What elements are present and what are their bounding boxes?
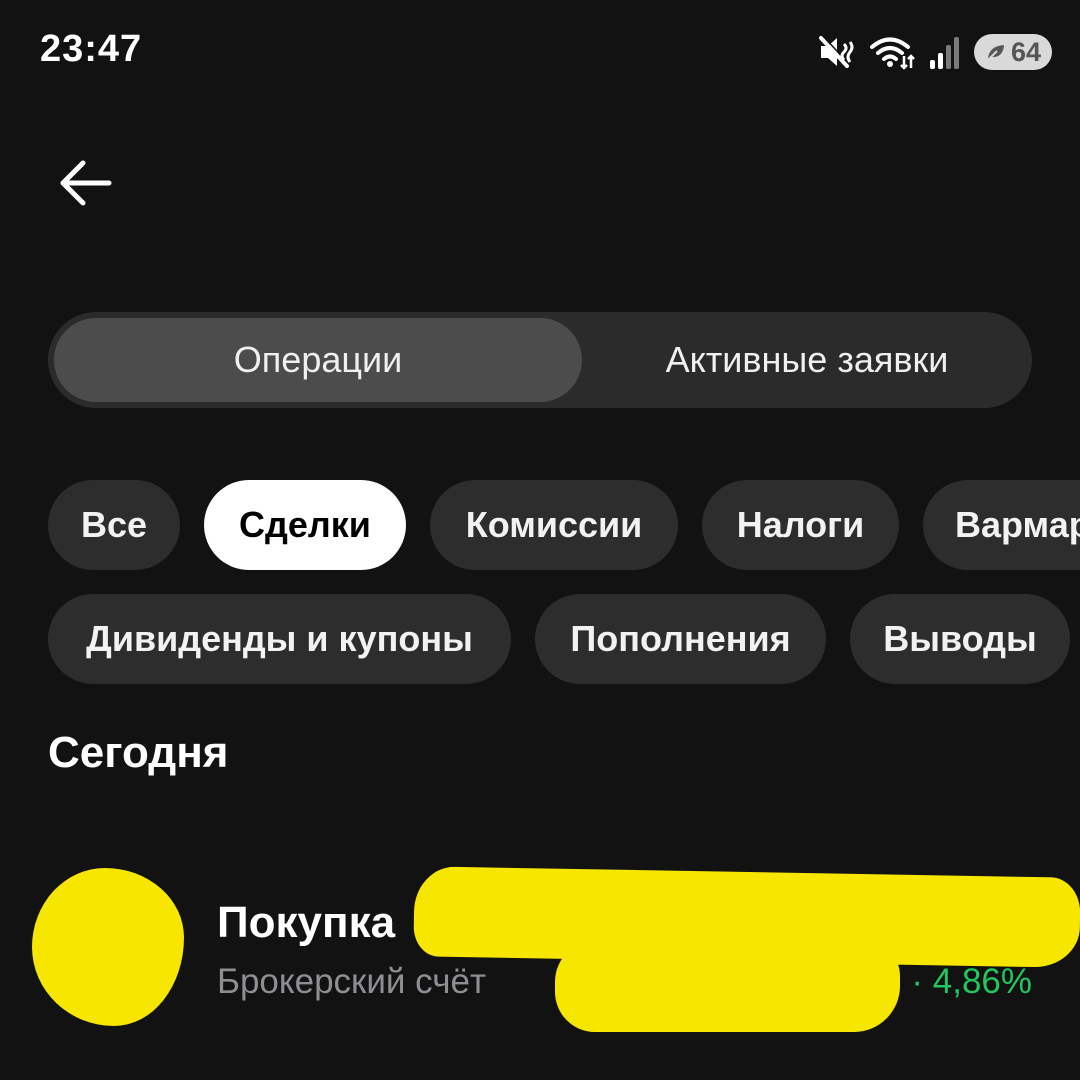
chip-taxes[interactable]: Налоги — [702, 480, 899, 570]
chip-commissions[interactable]: Комиссии — [430, 480, 678, 570]
section-title-today: Сегодня — [48, 728, 229, 777]
status-icons: 64 — [818, 30, 1052, 74]
operations-segmented-control: Операции Активные заявки — [48, 312, 1032, 408]
operation-row[interactable]: Покупка Брокерский счёт · 4,86% — [0, 860, 1080, 1040]
battery-icon: 64 — [974, 34, 1052, 70]
chip-all[interactable]: Все — [48, 480, 180, 570]
chip-withdrawals[interactable]: Выводы — [850, 594, 1070, 684]
mute-icon — [818, 34, 856, 70]
tab-active-orders[interactable]: Активные заявки — [588, 318, 1026, 402]
tab-operations[interactable]: Операции — [54, 318, 582, 402]
chip-varmar[interactable]: Вармар — [923, 480, 1080, 570]
redaction-avatar — [32, 868, 184, 1026]
wifi-icon — [868, 34, 916, 70]
redaction-amount — [555, 940, 900, 1032]
status-time: 23:47 — [40, 28, 143, 70]
operation-title: Покупка — [217, 898, 396, 947]
chip-deals[interactable]: Сделки — [204, 480, 406, 570]
chip-dividends-coupons[interactable]: Дивиденды и купоны — [48, 594, 511, 684]
battery-level: 64 — [1010, 36, 1042, 67]
signal-icon — [928, 34, 962, 70]
leaf-icon — [986, 45, 1004, 62]
arrow-left-icon — [60, 160, 112, 206]
back-button[interactable] — [50, 148, 120, 218]
operation-change-percent: · 4,86% — [911, 962, 1032, 1001]
screen: 23:47 64 Операции Активные заявки Все Сд… — [0, 0, 1080, 1080]
operation-account: Брокерский счёт — [217, 962, 487, 1001]
chip-deposits[interactable]: Пополнения — [535, 594, 826, 684]
